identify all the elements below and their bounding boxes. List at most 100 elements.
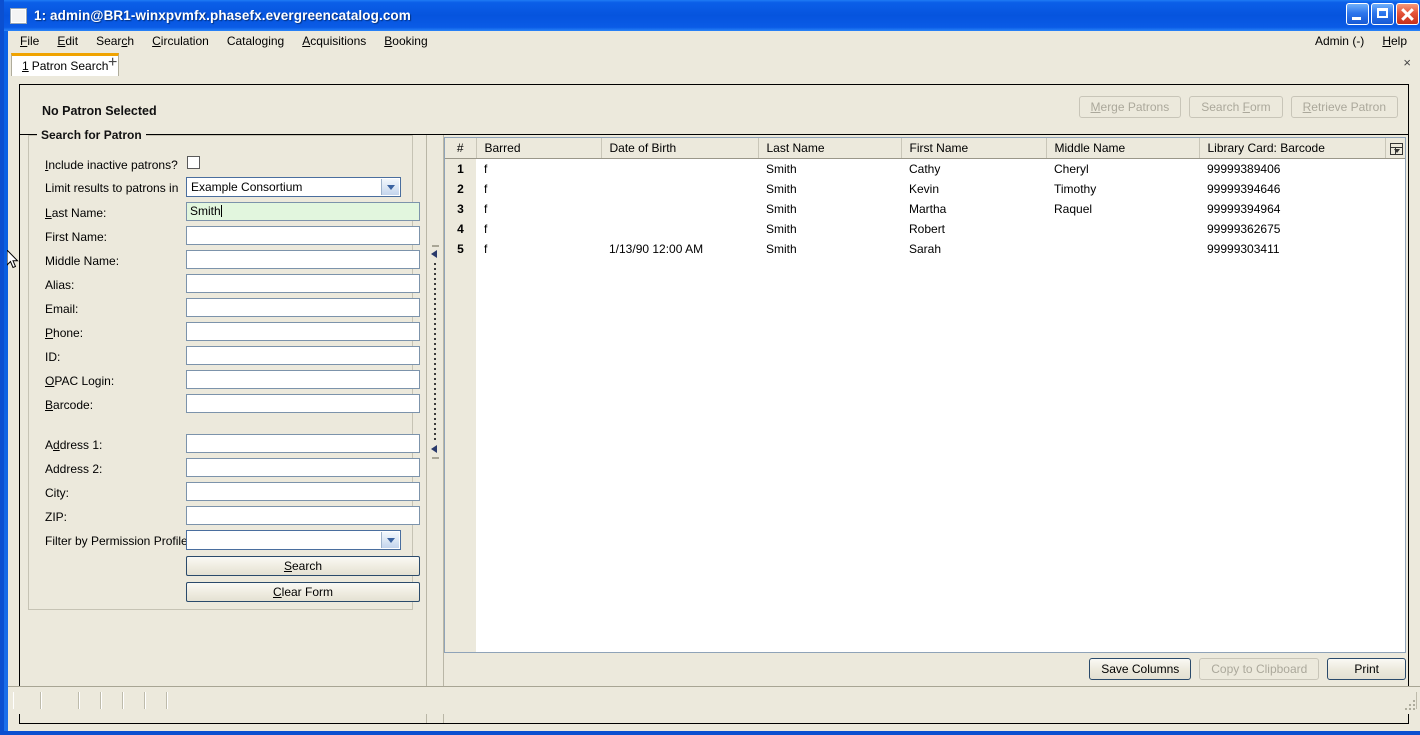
cell-barred: f xyxy=(476,199,601,219)
window-title: 1: admin@BR1-winxpvmfx.phasefx.evergreen… xyxy=(34,8,411,23)
tab-index-label: 1 xyxy=(22,59,29,73)
menu-admin[interactable]: Admin (-) xyxy=(1306,32,1373,50)
panel-splitter[interactable] xyxy=(426,135,444,723)
menu-help[interactable]: Help xyxy=(1373,32,1416,50)
collapse-left-icon[interactable] xyxy=(431,250,437,258)
print-button[interactable]: Print xyxy=(1327,658,1406,680)
clear-form-button[interactable]: Clear Form xyxy=(186,582,420,602)
col-header-last-name[interactable]: Last Name xyxy=(758,138,902,159)
status-bar xyxy=(8,686,1420,714)
cell-middle-name xyxy=(1046,219,1199,239)
field-phone: Phone: xyxy=(29,322,420,346)
results-grid: # Barred Date of Birth Last Name First N… xyxy=(444,137,1406,653)
column-picker-icon xyxy=(1389,142,1403,155)
column-picker-button[interactable] xyxy=(1385,138,1405,159)
label-phone: Phone: xyxy=(45,326,84,340)
status-cell xyxy=(123,692,145,709)
first-name-input[interactable] xyxy=(186,226,420,245)
search-panel: Search for Patron Include inactive patro… xyxy=(20,128,426,723)
close-button[interactable] xyxy=(1396,3,1419,25)
cell-date-of-birth xyxy=(601,219,758,239)
middle-name-input[interactable] xyxy=(186,250,420,269)
merge-patrons-button[interactable]: Merge Patrons xyxy=(1078,96,1182,118)
close-tab-icon[interactable]: × xyxy=(1403,55,1411,70)
cell-date-of-birth: 1/13/90 12:00 AM xyxy=(601,239,758,259)
menu-acquisitions[interactable]: Acquisitions xyxy=(293,32,375,50)
cell-middle-name: Timothy xyxy=(1046,179,1199,199)
opac-login-input[interactable] xyxy=(186,370,420,389)
table-body: 1 f Smith Cathy Cheryl 99999389406 2 f S… xyxy=(445,158,1405,259)
id-input[interactable] xyxy=(186,346,420,365)
splitter-bar-bottom xyxy=(432,457,439,459)
status-cell xyxy=(101,692,123,709)
patron-header-actions: Merge Patrons Search Form Retrieve Patro… xyxy=(1078,96,1398,118)
cell-first-name: Sarah xyxy=(901,239,1046,259)
cell-middle-name: Raquel xyxy=(1046,199,1199,219)
resize-grip[interactable] xyxy=(1404,700,1416,712)
email-input[interactable] xyxy=(186,298,420,317)
table-row[interactable]: 4 f Smith Robert 99999362675 xyxy=(445,219,1405,239)
title-bar: 1: admin@BR1-winxpvmfx.phasefx.evergreen… xyxy=(4,0,1420,31)
tab-label: Patron Search xyxy=(31,59,109,73)
search-form-button[interactable]: Search Form xyxy=(1189,96,1283,118)
limit-results-dropdown[interactable]: Example Consortium xyxy=(186,177,401,197)
label-middle-name: Middle Name: xyxy=(45,254,120,268)
tab-patron-search[interactable]: 1 Patron Search xyxy=(11,53,120,76)
col-header-first-name[interactable]: First Name xyxy=(901,138,1047,159)
menu-booking[interactable]: Booking xyxy=(375,32,436,50)
status-cell xyxy=(41,692,79,709)
cell-spacer xyxy=(1385,179,1405,199)
table-row[interactable]: 2 f Smith Kevin Timothy 99999394646 xyxy=(445,179,1405,199)
col-header-number[interactable]: # xyxy=(445,138,477,159)
phone-input[interactable] xyxy=(186,322,420,341)
minimize-button[interactable] xyxy=(1346,3,1369,25)
label-last-name: Last Name: xyxy=(45,206,107,220)
table-row[interactable]: 3 f Smith Martha Raquel 99999394964 xyxy=(445,199,1405,219)
field-middle-name: Middle Name: xyxy=(29,250,420,274)
label-city: City: xyxy=(45,486,69,500)
menu-edit[interactable]: Edit xyxy=(48,32,87,50)
splitter-bar-top xyxy=(432,245,439,247)
collapse-left-icon-2[interactable] xyxy=(431,445,437,453)
menu-search[interactable]: Search xyxy=(87,32,143,50)
search-button[interactable]: Search xyxy=(186,556,420,576)
alias-input[interactable] xyxy=(186,274,420,293)
label-first-name: First Name: xyxy=(45,230,108,244)
table-row[interactable]: 1 f Smith Cathy Cheryl 99999389406 xyxy=(445,158,1405,179)
cell-row-number: 4 xyxy=(445,219,476,239)
permission-profile-dropdown[interactable] xyxy=(186,530,401,550)
retrieve-patron-button[interactable]: Retrieve Patron xyxy=(1290,96,1398,118)
cell-spacer xyxy=(1385,219,1405,239)
cell-row-number: 2 xyxy=(445,179,476,199)
maximize-button[interactable] xyxy=(1371,3,1394,25)
splitter-grip[interactable] xyxy=(434,263,436,441)
copy-to-clipboard-button[interactable]: Copy to Clipboard xyxy=(1199,658,1320,680)
cell-middle-name: Cheryl xyxy=(1046,158,1199,179)
cell-spacer xyxy=(1385,239,1405,259)
city-input[interactable] xyxy=(186,482,420,501)
last-name-input[interactable]: Smith xyxy=(186,202,420,221)
cell-barcode: 99999362675 xyxy=(1199,219,1385,239)
field-city: City: xyxy=(29,482,420,506)
menu-file[interactable]: File xyxy=(11,32,48,50)
label-alias: Alias: xyxy=(45,278,75,292)
cell-last-name: Smith xyxy=(758,199,901,219)
menu-circulation[interactable]: Circulation xyxy=(143,32,218,50)
col-header-middle-name[interactable]: Middle Name xyxy=(1046,138,1200,159)
save-columns-button[interactable]: Save Columns xyxy=(1089,658,1192,680)
col-header-date-of-birth[interactable]: Date of Birth xyxy=(601,138,759,159)
chevron-down-icon xyxy=(381,532,399,548)
address-1-input[interactable] xyxy=(186,434,420,453)
barcode-input[interactable] xyxy=(186,394,420,413)
menu-cataloging[interactable]: Cataloging xyxy=(218,32,293,50)
field-barcode: Barcode: xyxy=(29,394,420,418)
address-2-input[interactable] xyxy=(186,458,420,477)
results-panel: # Barred Date of Birth Last Name First N… xyxy=(444,135,1408,723)
table-row[interactable]: 5 f 1/13/90 12:00 AM Smith Sarah 9999930… xyxy=(445,239,1405,259)
content-area: No Patron Selected Merge Patrons Search … xyxy=(8,76,1420,731)
new-tab-button[interactable]: + xyxy=(108,54,117,72)
zip-input[interactable] xyxy=(186,506,420,525)
include-inactive-checkbox[interactable] xyxy=(187,156,200,169)
col-header-barred[interactable]: Barred xyxy=(476,138,602,159)
col-header-library-card-barcode[interactable]: Library Card: Barcode xyxy=(1199,138,1386,159)
